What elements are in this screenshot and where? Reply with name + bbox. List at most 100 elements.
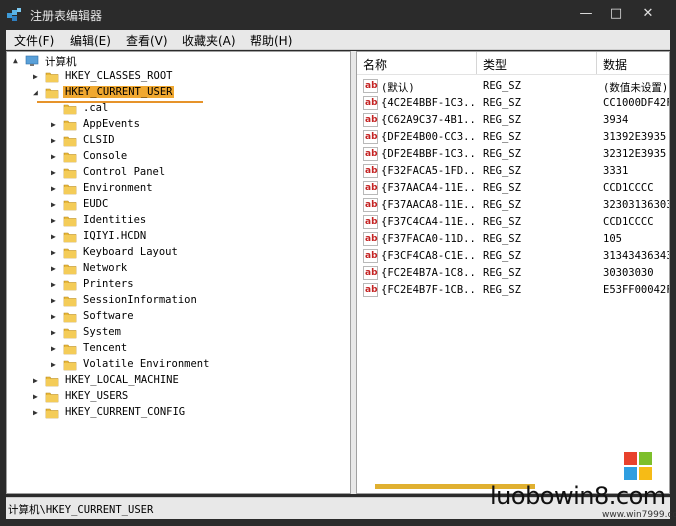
expand-arrow-icon[interactable]: ▶ xyxy=(51,232,61,242)
expand-arrow-icon[interactable]: ◢ xyxy=(33,88,43,98)
expand-arrow-icon[interactable]: ▶ xyxy=(51,328,61,338)
tree-item-hive[interactable]: ▶ HKEY_USERS xyxy=(33,389,337,405)
tree-item-hive[interactable]: ▶ HKEY_CURRENT_CONFIG xyxy=(33,405,337,421)
menu-help[interactable]: 帮助(H) xyxy=(246,32,296,49)
expand-arrow-icon[interactable]: ▶ xyxy=(51,280,61,290)
value-row[interactable]: ab {F32FACA5-1FD... REG_SZ 3331 xyxy=(357,163,669,180)
expand-arrow-icon[interactable]: ▶ xyxy=(51,248,61,258)
column-header-name[interactable]: 名称 xyxy=(357,52,477,74)
tree-item-child[interactable]: ▶ CLSID xyxy=(51,133,337,149)
expand-arrow-icon[interactable]: ▶ xyxy=(33,392,43,402)
registry-tree[interactable]: ▲ 计算机 ▶ HKEY_CLASSES_ROOT ◢ HKEY_CURRENT_USER… xyxy=(6,51,351,494)
expand-arrow-icon[interactable]: ▶ xyxy=(33,376,43,386)
value-row[interactable]: ab {F37C4CA4-11E... REG_SZ CCD1CCCC xyxy=(357,214,669,231)
expand-arrow-icon[interactable]: ▶ xyxy=(51,344,61,354)
maximize-button[interactable]: □ xyxy=(604,4,628,24)
tree-item-child[interactable]: ▶ Network xyxy=(51,261,337,277)
tree-item-hive[interactable]: ▶ HKEY_LOCAL_MACHINE xyxy=(33,373,337,389)
expand-arrow-icon[interactable]: ▶ xyxy=(33,72,43,82)
expand-arrow-icon[interactable]: ▶ xyxy=(51,216,61,226)
tree-item-child[interactable]: ▶ Environment xyxy=(51,181,337,197)
value-type: REG_SZ xyxy=(483,233,521,245)
tree-item-child[interactable]: ▶ System xyxy=(51,325,337,341)
value-name: {F37C4CA4-11E... xyxy=(381,216,475,228)
tree-item-child[interactable]: ▶ Volatile Environment xyxy=(51,357,337,373)
folder-icon xyxy=(63,102,77,116)
string-value-icon: ab xyxy=(363,96,378,110)
tree-item-hive[interactable]: ▶ HKEY_CLASSES_ROOT xyxy=(33,69,337,85)
column-header-data[interactable]: 数据 xyxy=(597,52,669,74)
column-header-type[interactable]: 类型 xyxy=(477,52,597,74)
menu-view[interactable]: 查看(V) xyxy=(122,32,172,49)
expand-arrow-icon[interactable]: ▶ xyxy=(51,136,61,146)
string-value-icon: ab xyxy=(363,130,378,144)
folder-icon xyxy=(63,198,77,212)
value-row[interactable]: ab {DF2E4BBF-1C3... REG_SZ 32312E3935 xyxy=(357,146,669,163)
value-type: REG_SZ xyxy=(483,165,521,177)
tree-item-label: HKEY_LOCAL_MACHINE xyxy=(65,374,179,386)
tree-item-child[interactable]: .cal xyxy=(51,101,337,117)
tree-item-child[interactable]: ▶ Identities xyxy=(51,213,337,229)
folder-icon xyxy=(63,310,77,324)
minimize-button[interactable]: — xyxy=(574,4,598,24)
value-name: {F3CF4CA8-C1E... xyxy=(381,250,475,262)
expand-arrow-icon[interactable]: ▶ xyxy=(51,184,61,194)
expand-arrow-icon[interactable]: ▶ xyxy=(33,408,43,418)
tree-item-child[interactable]: ▶ Control Panel xyxy=(51,165,337,181)
value-name: {F37AACA4-11E... xyxy=(381,182,475,194)
folder-icon xyxy=(63,358,77,372)
value-row[interactable]: ab {F37FACA0-11D... REG_SZ 105 xyxy=(357,231,669,248)
string-value-icon: ab xyxy=(363,79,378,93)
value-type: REG_SZ xyxy=(483,216,521,228)
value-row[interactable]: ab {FC2E4B7F-1CB... REG_SZ E53FF00042F xyxy=(357,282,670,299)
folder-icon xyxy=(63,326,77,340)
tree-item-child[interactable]: ▶ AppEvents xyxy=(51,117,337,133)
expand-arrow-icon[interactable] xyxy=(51,104,61,114)
value-row[interactable]: ab {4C2E4BBF-1C3... REG_SZ CC1000DF42F xyxy=(357,95,669,112)
tree-item-label: Console xyxy=(83,150,128,162)
tree-item-label: Environment xyxy=(83,182,153,194)
expand-arrow-icon[interactable]: ▶ xyxy=(51,360,61,370)
expand-arrow-icon[interactable]: ▶ xyxy=(51,200,61,210)
menu-edit[interactable]: 编辑(E) xyxy=(66,32,115,49)
tree-item-child[interactable]: ▶ Printers xyxy=(51,277,337,293)
value-data: 31392E3935 xyxy=(603,131,667,143)
folder-icon xyxy=(63,166,77,180)
value-row[interactable]: ab {F3CF4CA8-C1E... REG_SZ 31343436343 xyxy=(357,248,669,265)
expand-arrow-icon[interactable]: ▶ xyxy=(51,264,61,274)
value-row[interactable]: ab {DF2E4B00-CC3... REG_SZ 31392E3935 xyxy=(357,129,669,146)
value-row[interactable]: ab {C62A9C37-4B1... REG_SZ 3934 xyxy=(357,112,669,129)
value-name: {4C2E4BBF-1C3... xyxy=(381,97,475,109)
value-row[interactable]: ab {F37AACA8-11E... REG_SZ 32303136303 xyxy=(357,197,669,214)
tree-item-hkey-current-user[interactable]: ◢ HKEY_CURRENT_USER xyxy=(33,85,337,101)
value-row[interactable]: ab {F37AACA4-11E... REG_SZ CCD1CCCC xyxy=(357,180,669,197)
folder-icon xyxy=(63,214,77,228)
tree-item-label: Identities xyxy=(83,214,147,226)
tree-item-child[interactable]: ▶ Software xyxy=(51,309,337,325)
folder-icon xyxy=(63,230,77,244)
value-row[interactable]: ab (默认) REG_SZ (数值未设置) xyxy=(357,78,669,95)
tree-item-label: SessionInformation xyxy=(83,294,197,306)
value-row[interactable]: ab {FC2E4B7A-1C8... REG_SZ 30303030 xyxy=(357,265,669,282)
tree-item-child[interactable]: ▶ SessionInformation xyxy=(51,293,337,309)
close-button[interactable]: ✕ xyxy=(636,4,660,24)
expand-arrow-icon[interactable]: ▶ xyxy=(51,120,61,130)
folder-icon xyxy=(63,118,77,132)
tree-item-child[interactable]: ▶ Tencent xyxy=(51,341,337,357)
tree-item-child[interactable]: ▶ Console xyxy=(51,149,337,165)
expand-arrow-icon[interactable]: ▶ xyxy=(51,168,61,178)
value-data: E53FF00042F xyxy=(603,284,670,296)
tree-root-computer[interactable]: ▲ 计算机 xyxy=(13,53,337,69)
expand-arrow-icon[interactable]: ▶ xyxy=(51,296,61,306)
menu-file[interactable]: 文件(F) xyxy=(10,32,58,49)
expand-arrow-icon[interactable]: ▶ xyxy=(51,152,61,162)
values-list[interactable]: 名称 类型 数据 ab (默认) REG_SZ (数值未设置) ab {4C2E4BBF-… xyxy=(356,51,670,494)
expand-arrow-icon[interactable]: ▲ xyxy=(13,56,23,66)
expand-arrow-icon[interactable]: ▶ xyxy=(51,312,61,322)
tree-item-child[interactable]: ▶ Keyboard Layout xyxy=(51,245,337,261)
tree-item-child[interactable]: ▶ EUDC xyxy=(51,197,337,213)
value-data: CCD1CCCC xyxy=(603,216,654,228)
tree-item-label: Printers xyxy=(83,278,134,290)
menu-favorites[interactable]: 收藏夹(A) xyxy=(178,32,240,49)
tree-item-child[interactable]: ▶ IQIYI.HCDN xyxy=(51,229,337,245)
